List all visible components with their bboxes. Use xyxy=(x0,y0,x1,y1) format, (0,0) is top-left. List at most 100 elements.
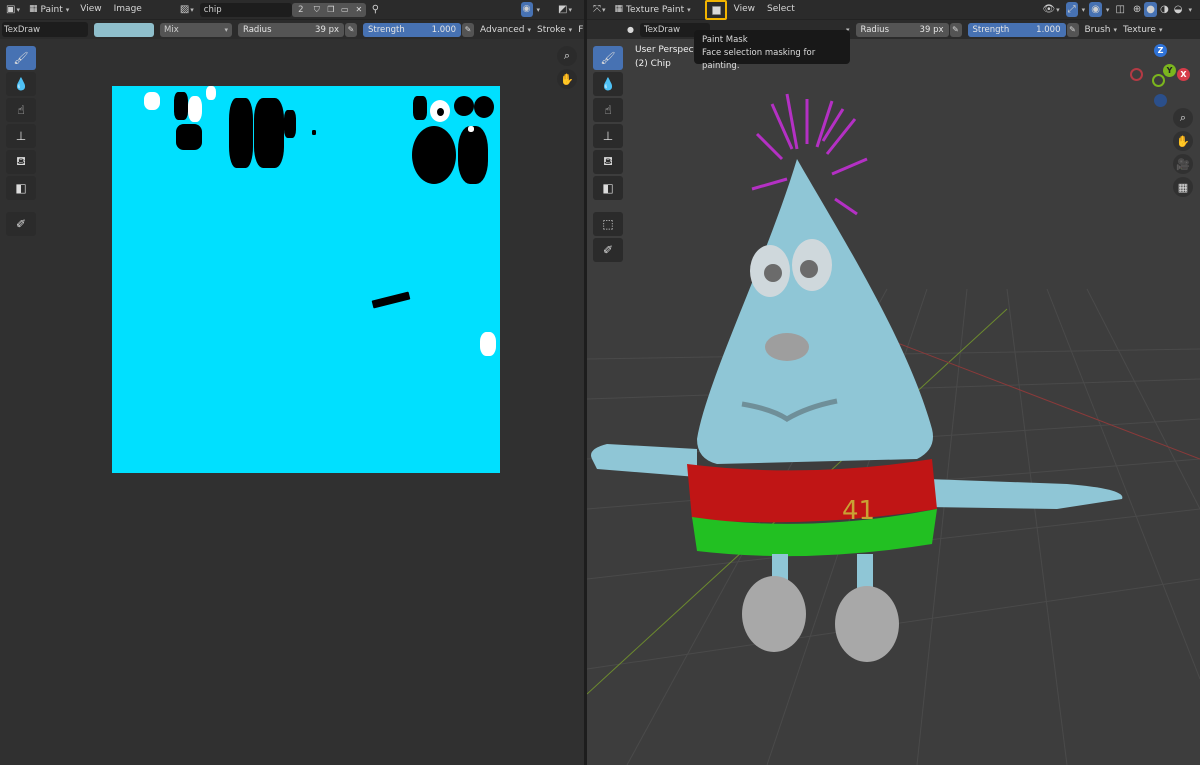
image-editor-icon: ▣ xyxy=(6,3,16,15)
open-folder-icon[interactable]: ▭ xyxy=(337,2,352,17)
wireframe-shading-icon[interactable]: ⊕ xyxy=(1131,2,1143,17)
fake-user-shield-icon[interactable]: ⛉ xyxy=(309,2,324,17)
blend-mode-label: Mix xyxy=(164,24,179,35)
tooltip-description: Face selection masking for painting. xyxy=(702,48,816,71)
pin-icon[interactable]: ⚲ xyxy=(370,2,381,17)
fill-tool-icon[interactable]: ⛾ xyxy=(593,150,623,174)
pan-hand-icon[interactable]: ✋ xyxy=(1173,131,1193,151)
stroke-dropdown[interactable]: Stroke ▾ xyxy=(537,25,572,35)
zoom-icon[interactable]: ⌕ xyxy=(557,46,577,66)
chevron-down-icon: ▾ xyxy=(16,5,20,14)
texture-image[interactable] xyxy=(112,86,500,473)
mode-dropdown[interactable]: ▦ Texture Paint ▾ xyxy=(611,2,694,17)
brush-dropdown[interactable]: Brush ▾ xyxy=(1085,25,1118,35)
brush-label: Brush xyxy=(1084,24,1111,35)
tooltip-title: Paint Mask xyxy=(702,35,748,45)
chevron-down-icon: ▾ xyxy=(190,5,194,14)
image-tool-settings: TexDraw Mix ▾ Radius 39 px ✎ Strength 1.… xyxy=(0,19,584,39)
clone-tool-icon[interactable]: ⊥ xyxy=(6,124,36,148)
blend-mode-dropdown[interactable]: Mix ▾ xyxy=(160,22,232,37)
chevron-down-icon[interactable]: ▾ xyxy=(1082,6,1086,14)
mode-label: Paint xyxy=(40,4,63,15)
3d-viewport-icon: ⤧ xyxy=(593,3,601,15)
material-shading-icon[interactable]: ◑ xyxy=(1158,2,1171,17)
falloff-dropdown-truncated[interactable]: F xyxy=(578,25,583,35)
pan-hand-icon[interactable]: ✋ xyxy=(557,69,577,89)
paint-mode-icon: ▦ xyxy=(28,4,38,14)
duplicate-image-icon[interactable]: ❐ xyxy=(323,2,338,17)
visibility-eye-icon[interactable]: 👁 ▾ xyxy=(1040,2,1061,17)
3d-viewport-pane: ⤧ ▾ ▦ Texture Paint ▾ View Select 👁 ▾ ⤢ ▾ … xyxy=(587,0,1200,765)
soften-tool-icon[interactable]: 💧 xyxy=(6,72,36,96)
face-mask-icon xyxy=(711,5,721,15)
menu-view[interactable]: View xyxy=(730,2,759,17)
rendered-shading-icon[interactable]: ◒ xyxy=(1172,2,1185,17)
gizmo-toggle-icon[interactable]: ⤢ xyxy=(1065,2,1078,17)
annotate-tool-icon[interactable]: ✐ xyxy=(6,212,36,236)
texture-dropdown[interactable]: Texture ▾ xyxy=(1123,25,1162,35)
mode-dropdown[interactable]: ▦ Paint ▾ xyxy=(26,2,72,17)
smear-tool-icon[interactable]: ☝ xyxy=(6,98,36,122)
soften-tool-icon[interactable]: 💧 xyxy=(593,72,623,96)
chevron-down-icon[interactable]: ▾ xyxy=(1188,6,1192,14)
radius-pressure-icon[interactable]: ✎ xyxy=(949,22,962,37)
chevron-down-icon[interactable]: ▾ xyxy=(1106,6,1110,14)
strength-value: 1.000 xyxy=(431,24,456,35)
chevron-down-icon: ▾ xyxy=(687,5,691,14)
chevron-down-icon: ▾ xyxy=(527,25,531,34)
image-toolbar: 🖌 💧 ☝ ⊥ ⛾ ◧ ✐ xyxy=(6,46,36,236)
close-icon[interactable]: ✕ xyxy=(351,2,366,17)
chevron-down-icon: ▾ xyxy=(65,5,70,14)
gizmo-neg-z-axis[interactable] xyxy=(1154,94,1167,107)
overlays-icon[interactable]: ◉ xyxy=(1089,2,1102,17)
image-browse-button[interactable]: ▨ ▾ xyxy=(178,2,196,17)
annotate-tool-icon[interactable]: ✐ xyxy=(593,238,623,262)
gizmo-x-axis[interactable]: X xyxy=(1177,68,1190,81)
brush-color-swatch[interactable] xyxy=(94,22,154,37)
chevron-down-icon[interactable]: ▾ xyxy=(537,6,541,14)
radius-value: 39 px xyxy=(315,24,339,35)
camera-view-icon[interactable]: 🎥 xyxy=(1173,154,1193,174)
select-box-icon[interactable]: ⬚ xyxy=(593,212,623,236)
zoom-icon[interactable]: ⌕ xyxy=(1173,108,1193,128)
strength-value: 1.000 xyxy=(1036,24,1061,35)
draw-brush-icon[interactable]: 🖌 xyxy=(6,46,36,70)
draw-brush-icon[interactable]: 🖌 xyxy=(593,46,623,70)
paint-mask-button[interactable] xyxy=(705,0,727,20)
3d-viewport[interactable]: 41 User Perspective (2) Chip xyxy=(587,39,1200,765)
solid-shading-icon[interactable]: ● xyxy=(1144,2,1158,17)
navigation-gizmo[interactable]: Z X Y xyxy=(1127,44,1190,108)
smear-tool-icon[interactable]: ☝ xyxy=(593,98,623,122)
menu-select[interactable]: Select xyxy=(763,2,799,17)
gizmo-y-axis[interactable]: Y xyxy=(1163,64,1176,77)
advanced-dropdown[interactable]: Advanced ▾ xyxy=(480,25,531,35)
image-icon: ▨ xyxy=(179,3,190,15)
image-users-count: 2 xyxy=(291,2,310,17)
strength-slider[interactable]: Strength 1.000 xyxy=(363,22,461,37)
radius-label: Radius xyxy=(243,24,272,35)
strength-pressure-icon[interactable]: ✎ xyxy=(1066,22,1079,37)
radius-pressure-icon[interactable]: ✎ xyxy=(345,22,357,37)
gizmo-neg-x-axis[interactable] xyxy=(1130,68,1143,81)
gizmo-z-axis[interactable]: Z xyxy=(1154,44,1167,57)
radius-slider[interactable]: Radius 39 px xyxy=(855,22,949,37)
editor-type-selector[interactable]: ⤧ ▾ xyxy=(591,2,608,17)
mask-tool-icon[interactable]: ◧ xyxy=(593,176,623,200)
object-name-label: (2) Chip xyxy=(635,59,671,69)
menu-image[interactable]: Image xyxy=(110,2,146,17)
strength-slider[interactable]: Strength 1.000 xyxy=(967,22,1066,37)
editor-type-selector[interactable]: ▣ ▾ xyxy=(4,2,22,17)
mask-tool-icon[interactable]: ◧ xyxy=(6,176,36,200)
brush-name-field[interactable]: TexDraw xyxy=(2,22,88,37)
radius-slider[interactable]: Radius 39 px xyxy=(238,22,344,37)
display-channels-icon[interactable]: ◩ ▾ xyxy=(556,2,574,17)
xray-icon[interactable]: ◫ xyxy=(1113,2,1126,17)
gizmo-neg-y-axis[interactable] xyxy=(1152,74,1165,87)
overlay-toggle-icon[interactable]: ◉ xyxy=(520,2,533,17)
clone-tool-icon[interactable]: ⊥ xyxy=(593,124,623,148)
perspective-grid-icon[interactable]: ▦ xyxy=(1173,177,1193,197)
image-name-field[interactable]: chip xyxy=(199,2,292,17)
strength-pressure-icon[interactable]: ✎ xyxy=(462,22,474,37)
fill-tool-icon[interactable]: ⛾ xyxy=(6,150,36,174)
menu-view[interactable]: View xyxy=(76,2,105,17)
